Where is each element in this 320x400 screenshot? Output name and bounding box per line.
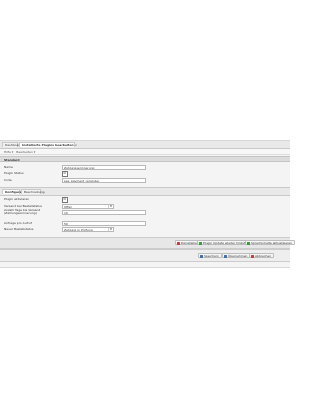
save-button-label: Speichern — [204, 254, 219, 258]
translate-button[interactable]: Sprachinhalte aktualisieren — [245, 240, 296, 245]
tab-bar: Dashboard Installierte Plugins bearbeite… — [0, 141, 290, 149]
code-input[interactable]: pse_payment_reminder — [62, 177, 146, 183]
days-input[interactable]: 10 — [62, 209, 146, 215]
send-status-select[interactable]: Offen ▼ — [62, 203, 114, 209]
tab-installed-plugins[interactable]: Installierte Plugins bearbeiten× — [19, 142, 78, 147]
apply-icon — [224, 254, 227, 258]
language-icon — [247, 241, 250, 245]
new-status-label: Neuer Bestellstatus — [4, 227, 34, 231]
menu-help[interactable]: Hilfe ▾ — [4, 150, 13, 154]
translate-button-label: Sprachinhalte aktualisieren — [251, 241, 293, 245]
plugin-editor-window: Dashboard Installierte Plugins bearbeite… — [0, 140, 296, 268]
chevron-down-icon: ▼ — [108, 227, 113, 231]
send-status-value: Offen — [64, 204, 73, 209]
cancel-button[interactable]: Abbrechen — [249, 253, 275, 258]
menu-edit[interactable]: Bearbeiten ▾ — [16, 150, 35, 154]
close-icon[interactable]: × — [75, 143, 78, 147]
form-footer-bar: Speichern Übernehmen Abbrechen — [0, 249, 290, 262]
tab-configuration[interactable]: Konfiguration — [2, 189, 28, 194]
save-icon — [200, 254, 203, 258]
save-button[interactable]: Speichern — [198, 253, 222, 258]
plugin-status-label: Plugin Status — [4, 171, 24, 175]
section-standard-header: Standard — [0, 156, 290, 162]
section-title: Standard — [4, 158, 20, 162]
days-label: Anzahl Tage bis Versand (Zahlungserinner… — [4, 208, 41, 216]
plugin-activate-checkbox[interactable]: ☒ — [62, 197, 68, 203]
plugin-actions-bar: Deinstallieren Plugin Update wieder hinz… — [0, 237, 296, 249]
apply-button[interactable]: Übernehmen — [222, 253, 251, 258]
refresh-icon — [199, 241, 202, 245]
toolbar-menu: Hilfe ▾ Bearbeiten ▾ — [0, 149, 290, 155]
code-label: Code — [4, 178, 12, 182]
chevron-down-icon: ▼ — [108, 204, 113, 208]
delete-icon — [177, 241, 180, 245]
config-tab-bar: Konfiguration Beschreibung — [0, 187, 290, 196]
tab-dashboard[interactable]: Dashboard — [2, 142, 21, 147]
tab-installed-plugins-label: Installierte Plugins bearbeiten — [22, 143, 74, 147]
tab-description-label: Beschreibung — [24, 190, 45, 194]
plugin-activate-label: Plugin aktivieren — [4, 197, 30, 201]
apply-button-label: Übernehmen — [228, 254, 248, 258]
new-status-select[interactable]: Zahlung in Prüfung ▼ — [62, 226, 114, 232]
amount-input[interactable]: 50 — [62, 220, 146, 226]
new-status-value: Zahlung in Prüfung — [64, 227, 93, 232]
cancel-icon — [251, 254, 254, 258]
name-input[interactable]: Zahlungserinnerung — [62, 164, 146, 170]
cancel-button-label: Abbrechen — [255, 254, 272, 258]
plugin-status-checkbox[interactable]: ☒ — [62, 171, 68, 177]
tab-description[interactable]: Beschreibung — [21, 189, 45, 194]
